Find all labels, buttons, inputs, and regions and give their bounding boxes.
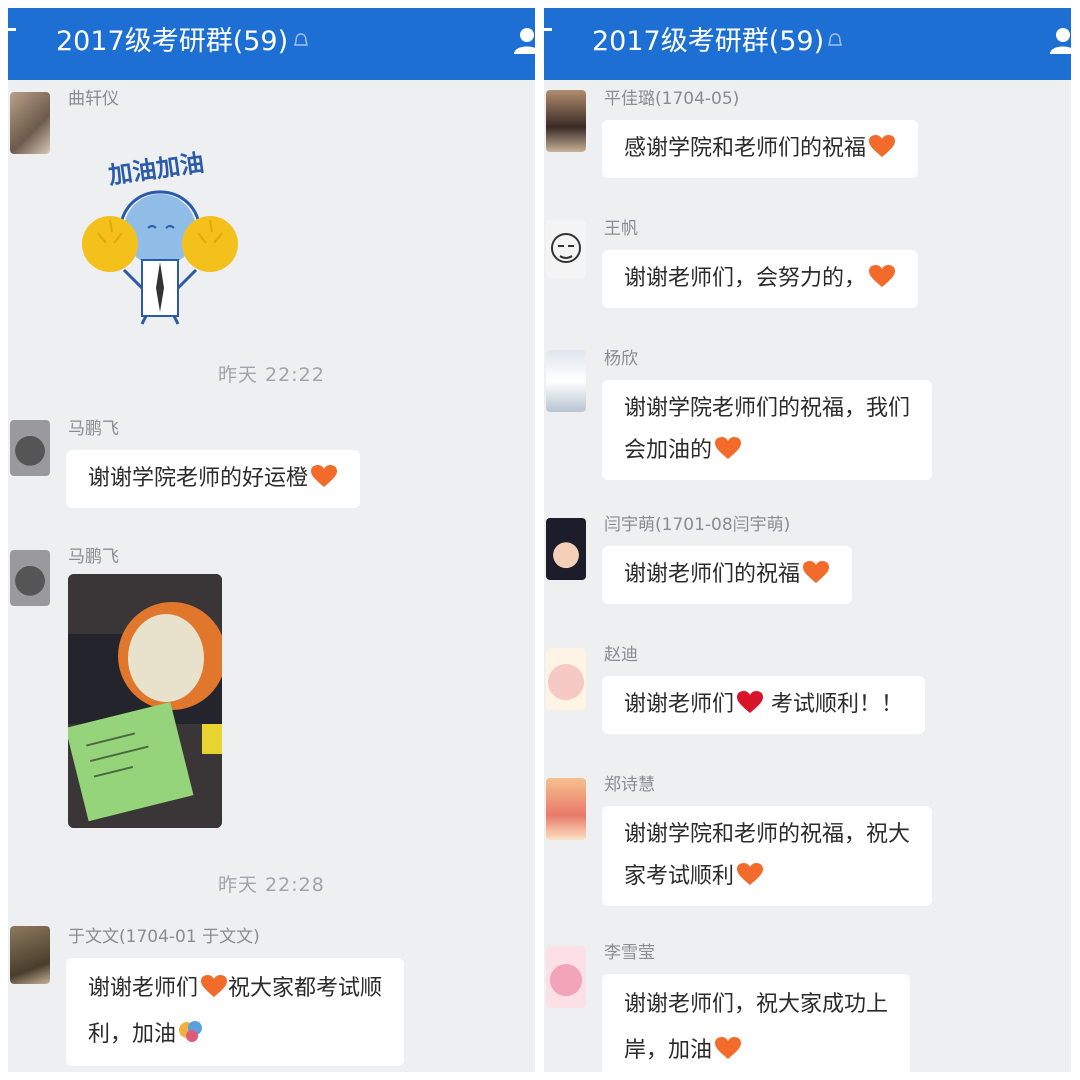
sender-name: 于文文(1704-01 于文文) — [68, 927, 260, 947]
message-text: 谢谢老师们，会努力的， — [624, 266, 867, 291]
orange-heart-emoji — [803, 561, 830, 583]
message-text: 祝大家都考试顺 — [228, 976, 383, 1001]
sender-name: 李雪莹 — [604, 943, 655, 963]
orange-heart-emoji — [201, 975, 228, 997]
sender-name: 平佳璐(1704-05) — [604, 89, 740, 109]
cheer-sticker[interactable]: 加油加油 — [78, 138, 238, 328]
message-text: 谢谢老师们 — [88, 976, 199, 1001]
sender-name: 郑诗慧 — [604, 775, 655, 795]
sticker-text: 加油加油 — [107, 149, 206, 190]
avatar[interactable] — [546, 220, 586, 278]
message-bubble: 谢谢学院和老师的祝福，祝大 家考试顺利 — [602, 806, 933, 906]
avatar[interactable] — [546, 946, 586, 1008]
sender-name: 马鹏飞 — [68, 547, 119, 567]
avatar[interactable] — [10, 420, 50, 476]
orange-heart-emoji — [869, 265, 896, 287]
timestamp: 昨天 22:22 — [218, 364, 325, 386]
message-text: 岸，加油 — [624, 1038, 713, 1063]
message-text: 利，加油 — [88, 1022, 177, 1047]
message-bubble: 谢谢老师们，会努力的， — [602, 250, 919, 308]
message-text: 谢谢老师们 — [624, 692, 735, 717]
cheer-emoji — [179, 1021, 203, 1042]
back-icon[interactable] — [8, 28, 16, 31]
sender-name: 马鹏飞 — [68, 419, 119, 439]
message-text: 谢谢老师们，祝大家成功上 — [624, 992, 889, 1017]
chat-header: 2017级考研群(59) — [544, 8, 1071, 80]
orange-heart-emoji — [869, 135, 896, 157]
orange-with-note-photo[interactable] — [68, 574, 222, 828]
orange-heart-emoji — [715, 437, 742, 459]
message-text: 考试顺利！！ — [764, 692, 904, 717]
sender-name: 王帆 — [604, 219, 638, 239]
avatar[interactable] — [546, 90, 586, 152]
right-chat-screenshot: 2017级考研群(59) 平佳璐(1704-05) 感谢学院和老师们的祝福 王帆… — [544, 8, 1071, 1072]
avatar[interactable] — [546, 350, 586, 412]
message-bubble: 谢谢学院老师们的祝福，我们 会加油的 — [602, 380, 933, 480]
orange-heart-emoji — [715, 1037, 742, 1059]
sender-name: 赵迪 — [604, 645, 638, 665]
timestamp: 昨天 22:28 — [218, 874, 325, 896]
avatar[interactable] — [10, 926, 50, 984]
message-bubble: 谢谢老师们 祝大家都考试顺 利，加油 — [66, 958, 405, 1066]
group-title: 2017级考研群(59) — [592, 26, 825, 57]
group-title: 2017级考研群(59) — [56, 26, 289, 57]
avatar[interactable] — [546, 648, 586, 710]
red-heart-emoji — [737, 691, 764, 713]
message-text: 谢谢学院老师们的祝福，我们 — [624, 396, 911, 421]
chat-header: 2017级考研群(59) — [8, 8, 535, 80]
mute-icon — [828, 33, 842, 46]
message-text: 会加油的 — [624, 438, 713, 463]
orange-heart-emoji — [311, 465, 338, 487]
avatar[interactable] — [546, 778, 586, 840]
left-chat-screenshot: 2017级考研群(59) 曲轩仪 加油加油 昨天 22:22 马鹏飞 谢谢学院老… — [8, 8, 535, 1072]
avatar[interactable] — [10, 550, 50, 606]
message-text: 感谢学院和老师们的祝福 — [624, 136, 867, 161]
sender-name: 闫宇萌(1701-08闫宇萌) — [604, 515, 791, 535]
mute-icon — [294, 33, 308, 46]
sender-name: 杨欣 — [604, 349, 638, 369]
message-bubble: 谢谢老师们的祝福 — [602, 546, 853, 604]
message-text: 谢谢老师们的祝福 — [624, 562, 801, 587]
avatar[interactable] — [546, 518, 586, 580]
message-bubble: 感谢学院和老师们的祝福 — [602, 120, 919, 178]
sender-name: 曲轩仪 — [68, 89, 119, 109]
message-text: 谢谢学院老师的好运橙 — [88, 466, 309, 491]
group-member-icon[interactable] — [1049, 26, 1071, 54]
message-bubble: 谢谢老师们，祝大家成功上 岸，加油 — [602, 974, 911, 1072]
orange-heart-emoji — [737, 863, 764, 885]
message-text: 谢谢学院和老师的祝福，祝大 — [624, 822, 911, 847]
avatar[interactable] — [10, 92, 50, 154]
back-icon[interactable] — [544, 28, 552, 31]
message-text: 家考试顺利 — [624, 864, 735, 889]
message-bubble: 谢谢老师们 考试顺利！！ — [602, 676, 926, 734]
message-bubble: 谢谢学院老师的好运橙 — [66, 450, 361, 508]
group-member-icon[interactable] — [513, 26, 535, 54]
